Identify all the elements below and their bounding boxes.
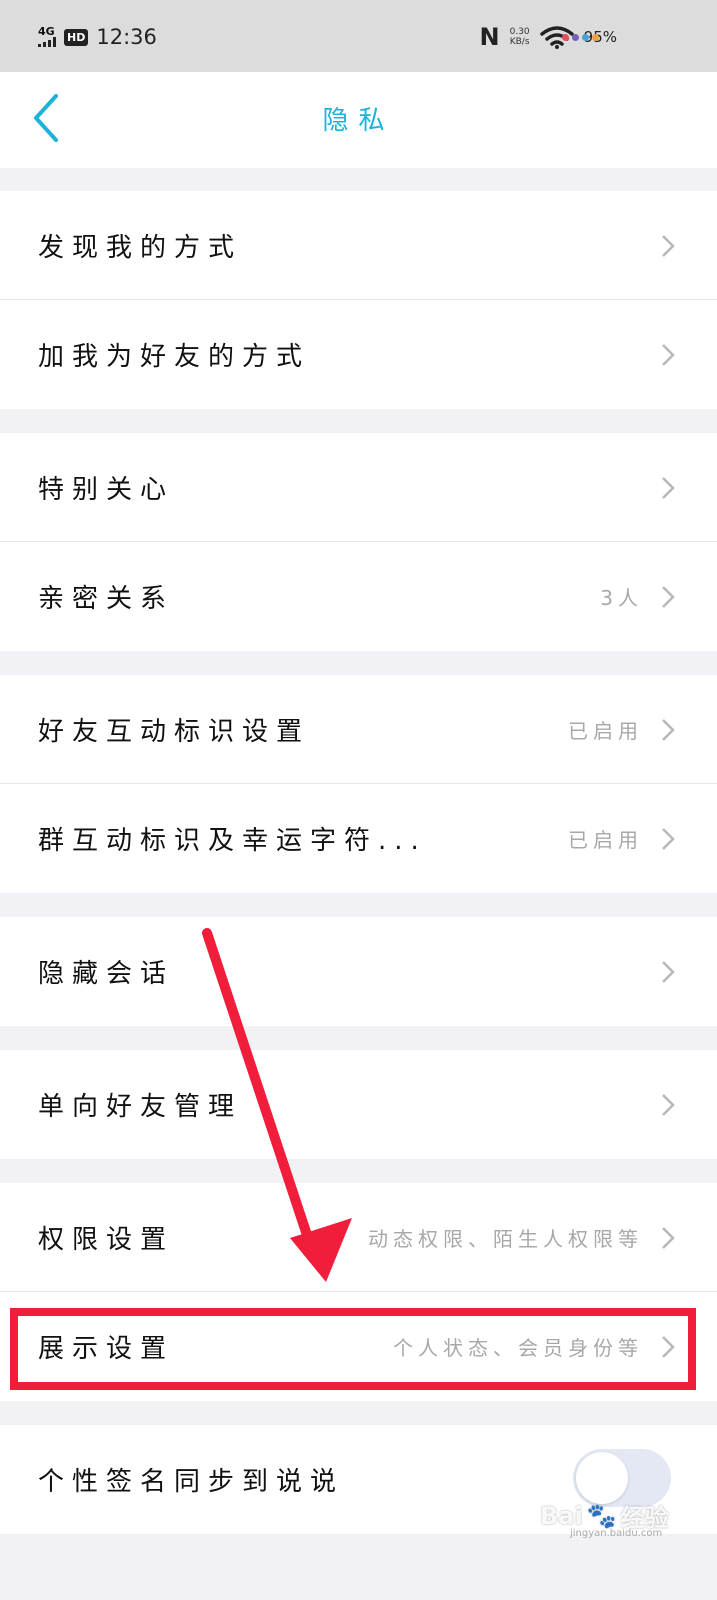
notification-dot [592, 34, 599, 41]
baidu-watermark: Bai 🐾 经验 jingyan.baidu.com [540, 1498, 669, 1540]
row-label: 单向好友管理 [38, 1092, 243, 1122]
status-bar: 4G HD 12:36 N 0.30 KB/s 95% [0, 0, 717, 72]
chevron-right-icon [662, 718, 675, 741]
row-value: 已启用 [568, 719, 643, 743]
row-friend-interaction-marks[interactable]: 好友互动标识设置 已启用 [0, 675, 717, 784]
row-label: 亲密关系 [38, 584, 175, 614]
chevron-right-icon [662, 827, 675, 850]
highlight-box [10, 1308, 696, 1390]
clock: 12:36 [96, 25, 157, 49]
row-label: 特别关心 [38, 475, 175, 505]
notification-dots [562, 34, 599, 41]
row-label: 好友互动标识设置 [38, 717, 311, 747]
row-hidden-chats[interactable]: 隐藏会话 [0, 917, 717, 1026]
row-label: 权限设置 [38, 1225, 175, 1255]
chevron-right-icon [662, 585, 675, 608]
chevron-right-icon [662, 1226, 675, 1249]
row-add-friend-method[interactable]: 加我为好友的方式 [0, 300, 717, 409]
nav-bar: 隐私 [0, 72, 717, 168]
row-permission-settings[interactable]: 权限设置 动态权限、陌生人权限等 [0, 1183, 717, 1292]
row-value: 动态权限、陌生人权限等 [368, 1227, 643, 1251]
row-label: 隐藏会话 [38, 959, 175, 989]
notification-dot [582, 34, 589, 41]
row-value: 已启用 [568, 828, 643, 852]
notification-dot [562, 34, 569, 41]
row-discover-me[interactable]: 发现我的方式 [0, 191, 717, 300]
row-label: 群互动标识及幸运字符... [38, 826, 427, 856]
row-group-interaction-marks[interactable]: 群互动标识及幸运字符... 已启用 [0, 784, 717, 893]
watermark-brand: Bai [540, 1501, 583, 1530]
notification-dot [572, 34, 579, 41]
cellular-signal-icon: 4G [38, 25, 56, 47]
row-special-care[interactable]: 特别关心 [0, 433, 717, 542]
row-one-way-friends[interactable]: 单向好友管理 [0, 1050, 717, 1159]
chevron-right-icon [662, 476, 675, 499]
watermark-url: jingyan.baidu.com [570, 1528, 663, 1539]
row-value: 3人 [600, 586, 643, 610]
chevron-right-icon [662, 343, 675, 366]
nfc-icon: N [479, 23, 500, 51]
speed-value: 0.30 [509, 27, 530, 37]
speed-unit: KB/s [509, 37, 530, 47]
chevron-right-icon [662, 234, 675, 257]
network-speed: 0.30 KB/s [510, 27, 530, 47]
chevron-right-icon [662, 960, 675, 983]
row-label: 发现我的方式 [38, 233, 243, 263]
row-label: 个性签名同步到说说 [38, 1467, 345, 1497]
hd-badge: HD [64, 28, 89, 46]
page-title: 隐私 [322, 106, 395, 136]
toggle-knob [576, 1452, 628, 1504]
network-type: 4G [38, 25, 55, 38]
row-label: 加我为好友的方式 [38, 342, 311, 372]
row-close-relations[interactable]: 亲密关系 3人 [0, 542, 717, 651]
chevron-right-icon [662, 1093, 675, 1116]
paw-icon: 🐾 [586, 1501, 617, 1530]
